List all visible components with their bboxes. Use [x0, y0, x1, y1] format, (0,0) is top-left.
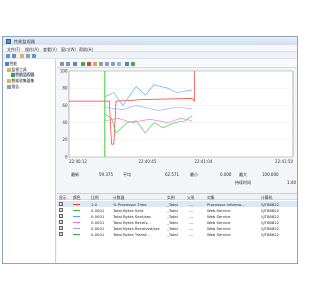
show-checkbox[interactable]: ✓ [59, 226, 63, 230]
help-icon[interactable] [32, 53, 36, 58]
tree-item-performance[interactable]: 性能 [5, 61, 17, 66]
counter-cell: Total Bytes Transf... [113, 232, 150, 237]
y-tick-label: 20 [62, 137, 68, 142]
window-title: 性能监视器 [14, 38, 35, 44]
update-data-icon[interactable] [131, 61, 135, 66]
statistics-bar: 最新 59.375 平均 62.571 最小 0.000 最大 100.000 … [57, 170, 297, 192]
series-color-swatch [73, 209, 80, 211]
show-checkbox[interactable]: ✓ [59, 232, 63, 236]
last-value: 59.375 [99, 172, 113, 177]
instance-cell: _Total [167, 232, 178, 237]
performance-graph[interactable]: 100806040200 22:40:12 22:40:45 22:41:04 22:… [57, 69, 298, 170]
back-icon[interactable] [6, 53, 10, 58]
y-tick-label: 40 [62, 120, 68, 125]
folder-icon[interactable] [20, 53, 24, 58]
delete-counter-icon[interactable] [87, 61, 91, 66]
graph-plot-area [68, 70, 294, 158]
series-color-swatch [73, 233, 80, 235]
show-checkbox[interactable]: ✓ [59, 214, 63, 218]
highlight-icon[interactable] [93, 61, 97, 66]
minimum-label: 最小 [190, 172, 198, 177]
y-tick-label: 60 [62, 103, 68, 108]
duration-value: 1:40 [287, 180, 296, 185]
tree-item-data-collector-sets[interactable]: 数据收集器集 [7, 78, 34, 83]
view-log-data-icon[interactable] [66, 61, 70, 66]
object-cell: Web Service [207, 232, 231, 237]
zoom-icon[interactable] [117, 61, 121, 66]
x-axis-ticks: 22:40:12 22:40:45 22:41:04 22:41:50 [69, 159, 293, 164]
report-icon [7, 85, 11, 89]
graph-toolbar [57, 59, 297, 68]
computer-cell: \\JT88822 [261, 232, 280, 237]
change-graph-type-icon[interactable] [73, 61, 77, 66]
tree-item-label: 性能监视器 [15, 72, 35, 77]
performance-monitor-icon [6, 38, 11, 44]
scale-cell: 0.0001 [91, 232, 105, 237]
navigation-tree: 性能 监视工具 性能监视器 数据收集器集 报告 [3, 59, 56, 263]
x-tick-label: 22:41:50 [275, 159, 293, 164]
x-tick-label: 22:40:12 [69, 159, 87, 164]
average-label: 平均 [123, 172, 131, 177]
add-counter-icon[interactable] [81, 61, 85, 66]
view-current-activity-icon[interactable] [60, 61, 64, 66]
tree-item-performance-monitor[interactable]: 性能监视器 [11, 72, 35, 77]
folder-icon [7, 79, 11, 83]
folder-icon [7, 68, 11, 72]
properties-icon[interactable] [26, 53, 30, 58]
duration-label: 持续时间 [235, 180, 251, 185]
counter-table-header: 显示 颜色 比例 计数器 实例 父系 对象 计算机 [57, 194, 297, 200]
title-bar: 性能监视器 [3, 37, 297, 45]
last-label: 最新 [71, 172, 79, 177]
x-tick-label: 22:40:45 [138, 159, 156, 164]
paste-counter-list-icon[interactable] [105, 61, 109, 66]
forward-icon[interactable] [12, 53, 16, 58]
y-tick-label: 0 [65, 154, 68, 159]
maximum-label: 最大 [239, 172, 247, 177]
average-value: 62.571 [165, 172, 179, 177]
series-color-swatch [73, 203, 80, 205]
counter-row[interactable]: ✓ 0.0001 Total Bytes Transf... _Total --- Web… [57, 231, 297, 237]
copy-properties-icon[interactable] [99, 61, 103, 66]
series-color-swatch [73, 221, 80, 223]
show-checkbox[interactable]: ✓ [59, 202, 63, 206]
maximum-value: 100.000 [262, 172, 279, 177]
series-color-swatch [73, 215, 80, 217]
performance-monitor-window: 性能监视器 文件(F) 操作(A) 查看(V) 窗口(W) 帮助(H) 性能 监… [2, 36, 298, 264]
counter-table: 显示 颜色 比例 计数器 实例 父系 对象 计算机 ✓ 1.0% Processo… [57, 193, 297, 263]
chart-icon [11, 73, 15, 77]
tree-item-label: 数据收集器集 [11, 78, 35, 83]
tree-item-reports[interactable]: 报告 [7, 84, 19, 89]
performance-monitor-pane: 100 80 60 40 20 0 22:40:12 22:40:45 22:41:04 22:… [57, 59, 298, 263]
parent-cell: --- [189, 232, 194, 237]
tree-item-label: 报告 [11, 84, 20, 89]
y-tick-label: 100 [60, 69, 68, 73]
y-tick-label: 80 [62, 86, 68, 91]
minimum-value: 0.000 [220, 172, 232, 177]
menu-bar: 文件(F) 操作(A) 查看(V) 窗口(W) 帮助(H) [3, 45, 297, 52]
tree-item-label: 性能 [9, 61, 18, 66]
freeze-display-icon[interactable] [125, 61, 129, 66]
series-color-swatch [73, 227, 80, 229]
show-checkbox[interactable]: ✓ [59, 220, 63, 224]
properties-icon[interactable] [111, 61, 115, 66]
main-toolbar [3, 52, 297, 59]
performance-icon [5, 62, 9, 66]
show-checkbox[interactable]: ✓ [59, 208, 63, 212]
x-tick-label: 22:41:04 [194, 159, 212, 164]
y-axis-ticks: 100 80 60 40 20 0 [60, 69, 68, 159]
